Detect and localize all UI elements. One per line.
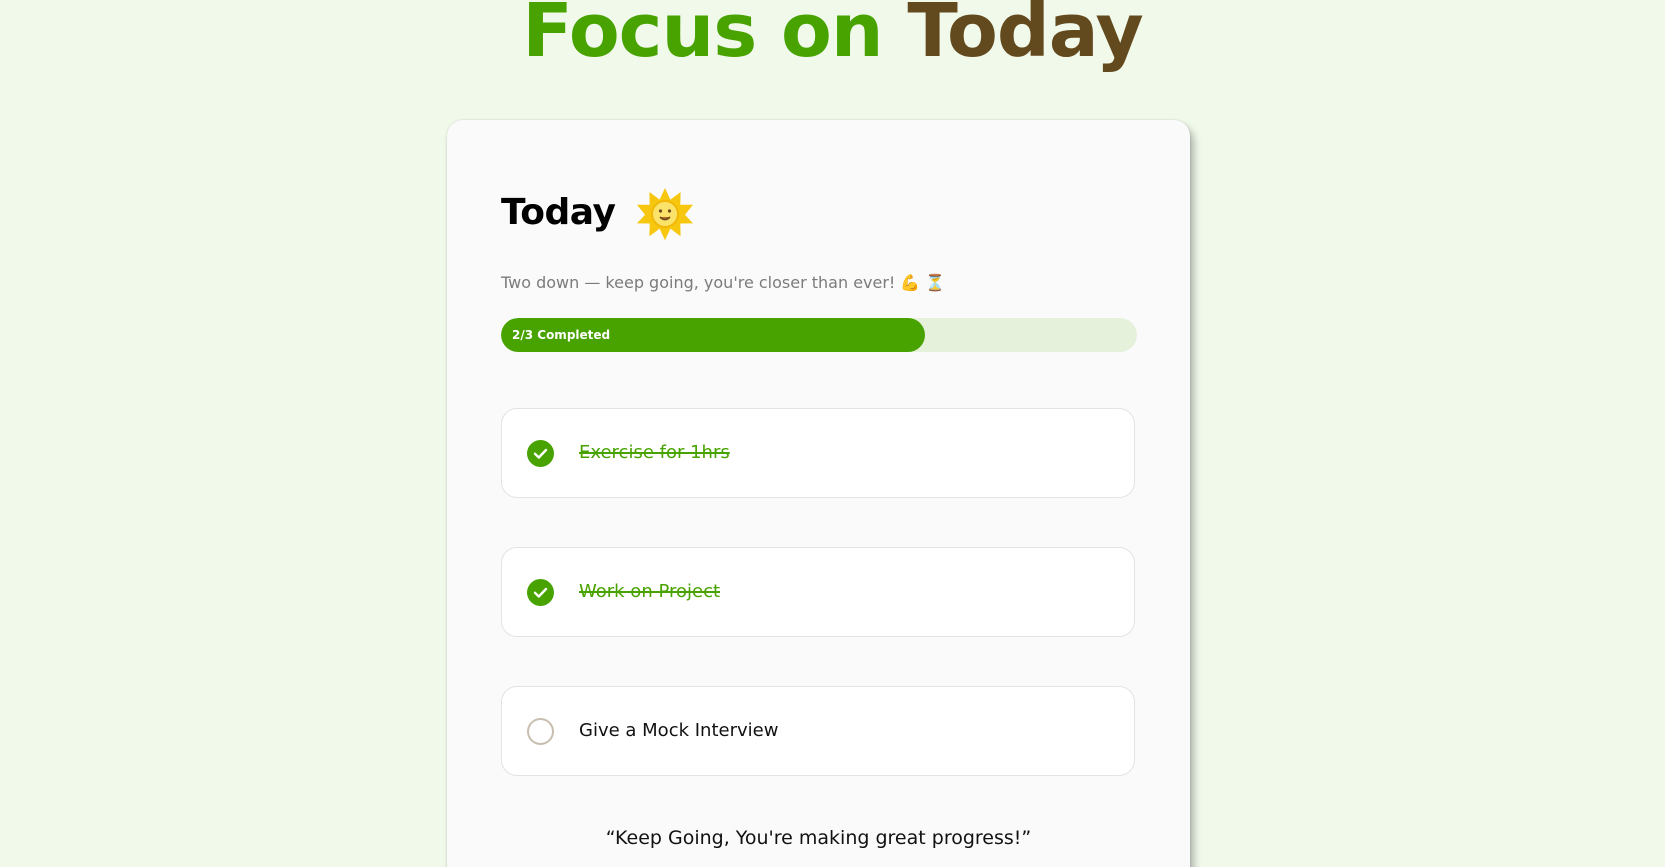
task-item[interactable]: Exercise for 1hrs — [501, 408, 1135, 498]
sun-icon — [637, 188, 693, 241]
progress-label: 2/3 Completed — [512, 328, 611, 342]
card-title: Today — [501, 192, 616, 233]
today-card: Today Two down — keep going, you're clos… — [447, 120, 1190, 867]
checkmark-icon — [533, 448, 548, 459]
task-checkbox[interactable] — [527, 718, 554, 745]
task-checkbox[interactable] — [527, 579, 554, 606]
page-title: Focus on Today — [0, 0, 1665, 74]
task-label: Give a Mock Interview — [579, 720, 779, 741]
page-title-part1: Focus on — [522, 0, 883, 74]
task-label: Work on Project — [579, 581, 721, 602]
task-item[interactable]: Give a Mock Interview — [501, 686, 1135, 776]
task-checkbox[interactable] — [527, 440, 554, 467]
motivational-quote: “Keep Going, You're making great progres… — [605, 827, 1032, 849]
progress-bar: 2/3 Completed — [501, 318, 1137, 352]
progress-fill: 2/3 Completed — [501, 318, 925, 352]
page-title-part2: Today — [907, 0, 1143, 74]
app-page: Focus on Today Today Two down — keep goi… — [0, 0, 1665, 867]
task-item[interactable]: Work on Project — [501, 547, 1135, 637]
task-label: Exercise for 1hrs — [579, 442, 730, 463]
motivation-subtitle: Two down — keep going, you're closer tha… — [501, 273, 946, 292]
checkmark-icon — [533, 587, 548, 598]
